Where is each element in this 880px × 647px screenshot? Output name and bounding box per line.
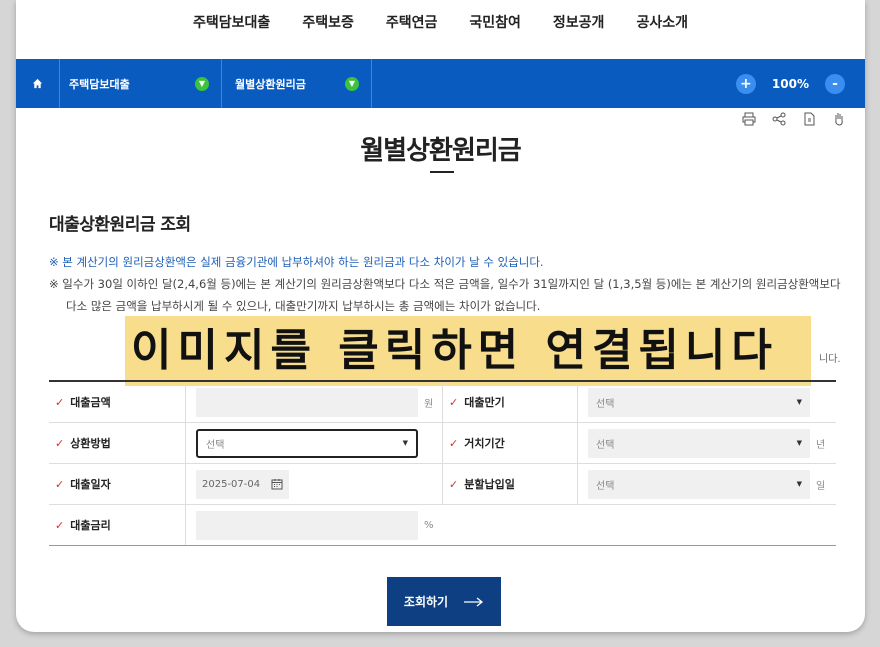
breadcrumb-level1[interactable]: 주택담보대출 ▼ [60,59,222,108]
nav-item-disclosure[interactable]: 정보공개 [537,0,621,58]
top-navigation: 주택담보대출 주택보증 주택연금 국민참여 정보공개 공사소개 [16,0,865,58]
zoom-out-button[interactable]: - [825,73,845,94]
arrow-right-icon [464,596,484,607]
rate-cell: % [186,505,443,545]
check-icon: ✓ [55,395,65,409]
zoom-level: 100% [771,76,809,91]
print-icon[interactable] [741,111,757,127]
pay-day-cell: 선택 ▼ 일 [578,464,835,504]
check-icon: ✓ [55,436,65,450]
notice-item-continued: 다소 많은 금액을 납부하시게 될 수 있으나, 대출만기까지 납부하시는 총 … [66,299,541,313]
loan-term-label: ✓ 대출만기 [443,382,578,422]
form-row: ✓ 대출금액 원 ✓ 대출만기 선택 ▼ [49,382,836,423]
nav-item-participation[interactable]: 국민참여 [453,0,537,58]
chevron-down-icon: ▼ [796,398,802,406]
calendar-icon[interactable] [271,478,283,490]
nav-item-mortgage[interactable]: 주택담보대출 [177,0,286,58]
pay-day-unit: 일 [816,480,826,492]
repay-method-label: ✓ 상환방법 [49,423,186,463]
form-row: ✓ 상환방법 선택 ▼ ✓ 거치기간 선택 ▼ 년 [49,423,836,464]
pay-day-select[interactable]: 선택 ▼ [588,469,810,499]
check-icon: ✓ [55,477,65,491]
loan-term-select[interactable]: 선택 ▼ [588,387,810,417]
title-underline [430,171,454,173]
form-row: ✓ 대출금리 % [49,505,836,546]
page-card: 주택담보대출 주택보증 주택연금 국민참여 정보공개 공사소개 주택담보대출 ▼… [16,0,865,632]
breadcrumb-bar: 주택담보대출 ▼ 월별상환원리금 ▼ + 100% - [16,59,865,108]
rate-input[interactable] [196,510,418,540]
loan-amount-unit: 원 [424,398,434,410]
chevron-down-icon: ▼ [796,480,802,488]
grace-period-label: ✓ 거치기간 [443,423,578,463]
rate-label: ✓ 대출금리 [49,505,186,545]
loan-date-input[interactable]: 2025-07-04 [196,469,289,499]
page-title: 월별상환원리금 [360,136,521,166]
share-icon[interactable] [771,111,787,127]
loan-date-cell: 2025-07-04 [186,464,443,504]
form-row: ✓ 대출일자 2025-07-04 ✓ 분할납입일 선택 ▼ 일 [49,464,836,505]
loan-term-cell: 선택 ▼ [578,382,835,422]
repay-method-cell: 선택 ▼ [186,423,443,463]
pdf-icon[interactable] [801,111,817,127]
loan-date-label: ✓ 대출일자 [49,464,186,504]
section-title: 대출상환원리금 조회 [49,215,191,235]
chevron-down-icon: ▼ [402,439,408,447]
nav-item-guarantee[interactable]: 주택보증 [286,0,370,58]
notice-item: ※ 본 계산기의 원리금상환액은 실제 금융기관에 납부하셔야 하는 원리금과 … [49,255,544,269]
nav-item-pension[interactable]: 주택연금 [370,0,454,58]
check-icon: ✓ [449,395,459,409]
pay-day-label: ✓ 분할납입일 [443,464,578,504]
home-icon [32,78,43,89]
breadcrumb-level1-label: 주택담보대출 [69,77,130,91]
breadcrumb-level2[interactable]: 월별상환원리금 ▼ [222,59,372,108]
submit-button[interactable]: 조회하기 [387,577,501,626]
page-tools [741,111,847,127]
zoom-in-button[interactable]: + [735,73,756,94]
loan-amount-input[interactable] [196,387,418,417]
breadcrumb-level2-label: 월별상환원리금 [235,77,306,91]
hidden-note-tail: 니다. [819,354,841,365]
check-icon: ✓ [449,436,459,450]
zoom-control: + 100% - [735,59,845,108]
repay-method-select[interactable]: 선택 ▼ [196,428,418,458]
click-link-banner[interactable]: 이미지를 클릭하면 연결됩니다 [125,316,811,386]
submit-button-label: 조회하기 [403,595,449,609]
loan-form-table: ✓ 대출금액 원 ✓ 대출만기 선택 ▼ ✓ 상환방법 선택 ▼ ✓ 거치기간 선택 ▼ 년 … [49,380,836,546]
notice-list: ※ 본 계산기의 원리금상환액은 실제 금융기관에 납부하셔야 하는 원리금과 … [49,251,849,317]
check-icon: ✓ [449,477,459,491]
grace-period-unit: 년 [816,439,826,451]
grace-period-cell: 선택 ▼ 년 [578,423,835,463]
chevron-down-icon: ▼ [345,76,359,91]
loan-amount-label: ✓ 대출금액 [49,382,186,422]
home-button[interactable] [16,59,60,108]
grace-period-select[interactable]: 선택 ▼ [588,428,810,458]
hand-icon[interactable] [831,111,847,127]
loan-amount-cell: 원 [186,382,443,422]
chevron-down-icon: ▼ [195,76,209,91]
chevron-down-icon: ▼ [796,439,802,447]
nav-item-about[interactable]: 공사소개 [620,0,704,58]
check-icon: ✓ [55,518,65,532]
rate-unit: % [424,519,434,531]
notice-item: ※ 일수가 30일 이하인 달(2,4,6월 등)에는 본 계산기의 원리금상환… [49,277,841,291]
